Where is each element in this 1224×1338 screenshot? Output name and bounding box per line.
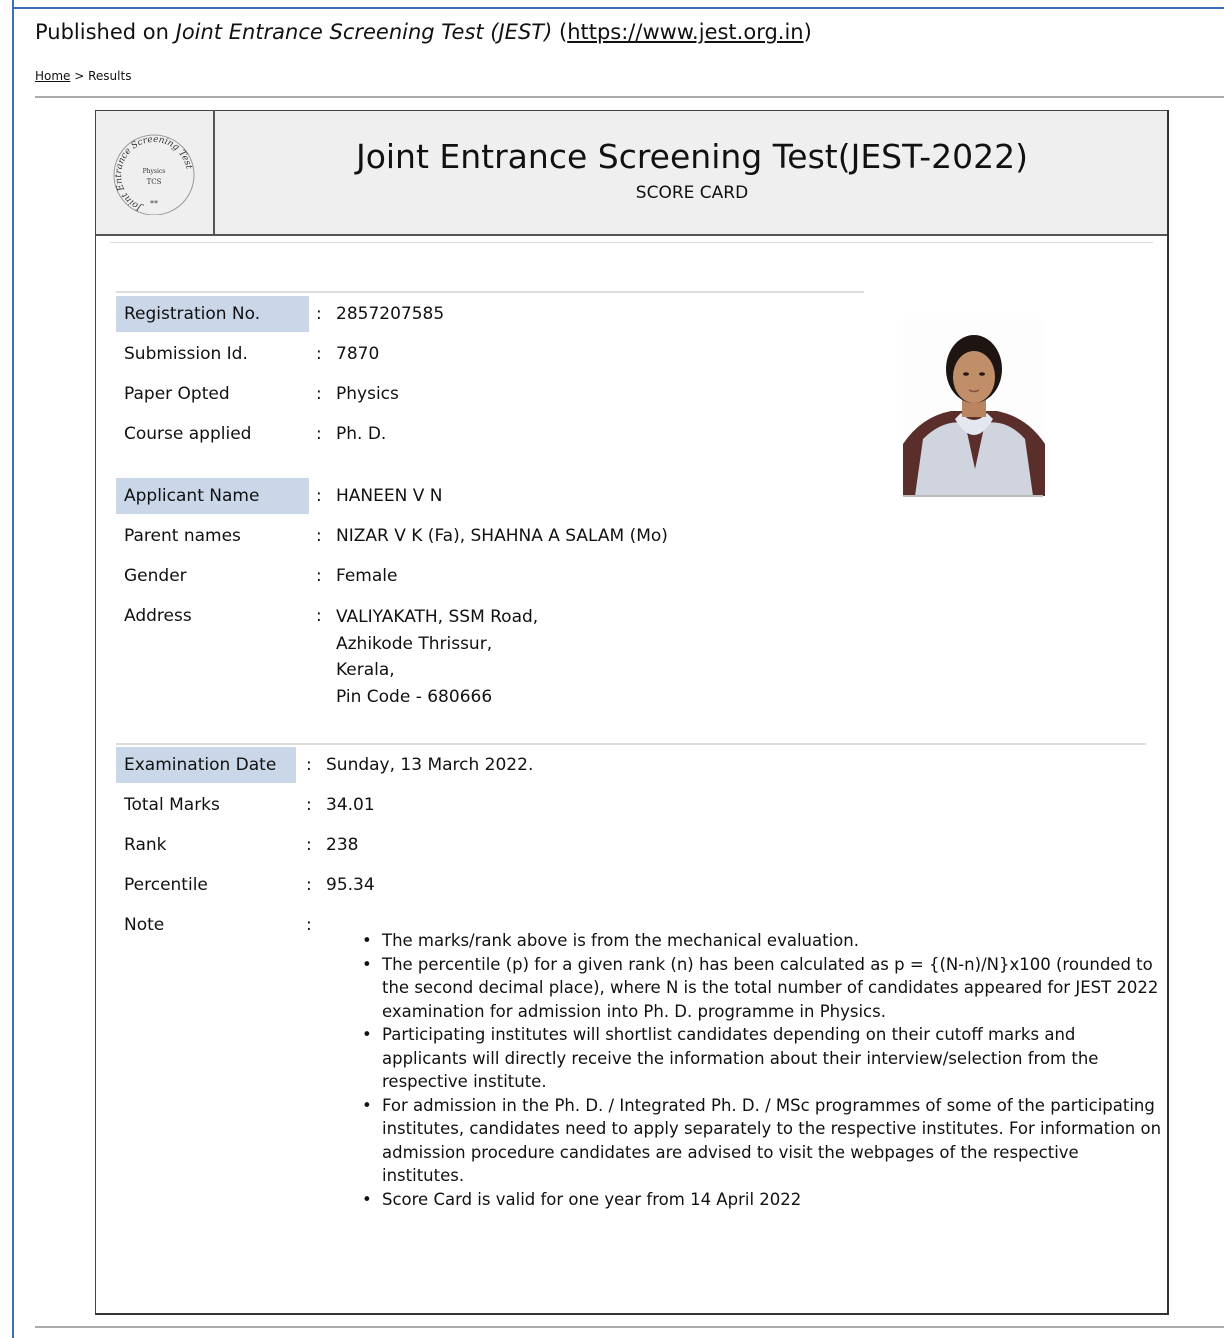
site-url-link[interactable]: https://www.jest.org.in <box>567 20 803 44</box>
address-value: VALIYAKATH, SSM Road, Azhikode Thrissur,… <box>336 604 538 710</box>
field-colon: : <box>316 384 322 404</box>
scorecard-title: Joint Entrance Screening Test(JEST-2022) <box>355 137 1029 176</box>
field-colon: : <box>306 875 312 895</box>
logo-cell: Joint Entrance Screening Test Physics TC… <box>96 111 215 234</box>
published-line: Published on Joint Entrance Screening Te… <box>35 20 812 44</box>
field-colon: : <box>306 795 312 815</box>
site-name: Joint Entrance Screening Test (JEST) <box>175 20 553 44</box>
field-colon: : <box>316 566 322 586</box>
note-item: The percentile (p) for a given rank (n) … <box>362 953 1162 1024</box>
url-close-paren: ) <box>803 20 812 44</box>
note-item: For admission in the Ph. D. / Integrated… <box>362 1094 1162 1188</box>
field-value: Sunday, 13 March 2022. <box>326 755 534 775</box>
field-label: Address <box>124 606 192 626</box>
photo-underline <box>903 495 1043 497</box>
breadcrumb-separator: > <box>70 69 89 83</box>
applicant-photo <box>903 319 1045 496</box>
breadcrumb-current: Results <box>88 69 132 83</box>
field-value: Female <box>336 566 398 586</box>
field-colon: : <box>316 486 322 506</box>
field-label: Parent names <box>124 526 241 546</box>
section-divider-top <box>116 291 864 293</box>
field-value: Physics <box>336 384 399 404</box>
field-colon: : <box>306 755 312 775</box>
window-border-left <box>12 0 14 1338</box>
field-label: Examination Date <box>116 747 296 783</box>
field-label: Gender <box>124 566 187 586</box>
published-prefix: Published on <box>35 20 176 44</box>
address-line: Pin Code - 680666 <box>336 686 493 707</box>
logo-stars: ** <box>150 199 158 208</box>
breadcrumb-home-link[interactable]: Home <box>35 69 70 83</box>
field-label: Total Marks <box>124 795 220 815</box>
field-value: NIZAR V K (Fa), SHAHNA A SALAM (Mo) <box>336 526 668 546</box>
field-value: 238 <box>326 835 359 855</box>
section-divider-exam <box>116 743 1146 745</box>
field-colon: : <box>316 424 322 444</box>
address-line: Kerala, <box>336 660 395 680</box>
field-colon: : <box>316 526 322 546</box>
breadcrumb: Home > Results <box>35 69 131 83</box>
field-colon: : <box>306 835 312 855</box>
address-line: Azhikode Thrissur, <box>336 633 493 654</box>
field-label: Rank <box>124 835 167 855</box>
jest-logo-icon: Joint Entrance Screening Test Physics TC… <box>113 134 195 215</box>
score-card-header: Joint Entrance Screening Test Physics TC… <box>96 111 1167 236</box>
header-underline <box>110 242 1153 243</box>
field-colon: : <box>316 304 322 324</box>
field-label: Applicant Name <box>116 478 309 514</box>
applicant-photo-image <box>903 319 1045 496</box>
score-card: Joint Entrance Screening Test Physics TC… <box>95 110 1169 1315</box>
field-colon: : <box>306 915 312 935</box>
field-label: Note <box>124 915 165 935</box>
scorecard-subtitle: SCORE CARD <box>635 183 749 203</box>
logo-inner-line2: TCS <box>147 178 162 186</box>
field-value: Ph. D. <box>336 424 387 444</box>
logo-inner-line1: Physics <box>143 168 166 175</box>
field-label: Submission Id. <box>124 344 248 364</box>
note-item: Participating institutes will shortlist … <box>362 1023 1162 1094</box>
bottom-divider <box>35 1326 1224 1328</box>
notes-list: The marks/rank above is from the mechani… <box>358 929 1162 1211</box>
field-value: HANEEN V N <box>336 486 443 506</box>
field-label: Course applied <box>124 424 252 444</box>
top-divider <box>35 96 1224 98</box>
url-open-paren: ( <box>552 20 568 44</box>
field-value: 2857207585 <box>336 304 445 324</box>
note-item: Score Card is valid for one year from 14… <box>362 1188 1162 1212</box>
field-label: Paper Opted <box>124 384 230 404</box>
address-line: VALIYAKATH, SSM Road, <box>336 607 539 627</box>
field-value: 7870 <box>336 344 380 364</box>
field-value: 34.01 <box>326 795 375 815</box>
note-item: The marks/rank above is from the mechani… <box>362 929 1162 953</box>
field-colon: : <box>316 344 322 364</box>
field-label: Percentile <box>124 875 208 895</box>
field-value: 95.34 <box>326 875 375 895</box>
field-colon: : <box>316 606 322 626</box>
field-label: Registration No. <box>116 296 309 332</box>
window-border-top <box>12 7 1224 9</box>
